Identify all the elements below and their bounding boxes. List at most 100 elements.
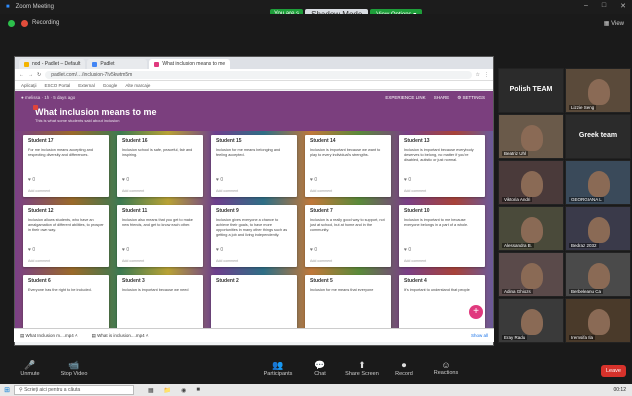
browser-tab[interactable]: What inclusion means to me: [149, 59, 231, 69]
url-field[interactable]: padlet.com/…/inclusion-7lv5kwtm5m: [45, 70, 472, 79]
add-comment-input[interactable]: Add comment: [216, 189, 238, 193]
post-card[interactable]: Student 11 Inclusion also means that you …: [117, 205, 203, 267]
post-card[interactable]: Student 5 Inclusion for me means that eve…: [305, 275, 391, 329]
bookmark-item[interactable]: Aplicaţii: [21, 83, 37, 88]
like-icon[interactable]: ♥ 0: [122, 177, 129, 183]
zoom-app-icon[interactable]: ■: [196, 387, 200, 394]
participant-tile[interactable]: GEORGIANA L: [565, 160, 631, 205]
add-comment-input[interactable]: Add comment: [216, 259, 238, 263]
padlet-header-button[interactable]: ⚙ SETTINGS: [457, 95, 485, 101]
participant-tile[interactable]: Bedraz 2032: [565, 206, 631, 251]
participant-video: [521, 309, 543, 335]
unmute-label: Unmute: [20, 371, 40, 377]
browser-icon[interactable]: ◉: [181, 387, 186, 394]
padlet-header-button[interactable]: EXPERIENCE LINK: [385, 95, 425, 101]
star-icon[interactable]: ☆: [476, 72, 480, 78]
like-icon[interactable]: ♥ 0: [404, 177, 411, 183]
post-card[interactable]: Student 10 Inclusion is important to me b…: [399, 205, 485, 267]
add-comment-input[interactable]: Add comment: [310, 189, 332, 193]
stop-video-button[interactable]: 📹 Stop Video: [52, 360, 96, 377]
add-comment-input[interactable]: Add comment: [310, 259, 332, 263]
add-comment-input[interactable]: Add comment: [122, 259, 144, 263]
reactions-button[interactable]: ☺ Reactions: [424, 360, 468, 376]
browser-tab[interactable]: nod - Padlet – Default: [19, 59, 86, 69]
back-icon[interactable]: ←: [19, 72, 24, 78]
post-card[interactable]: Student 9 Inclusion gives everyone a chan…: [211, 205, 297, 267]
participant-tile[interactable]: Adina Ghiozs: [498, 252, 564, 297]
tab-favicon-icon: [92, 61, 98, 67]
post-card[interactable]: Student 14 Inclusion is important because…: [305, 135, 391, 197]
participant-tile[interactable]: Lizzie Seng: [565, 68, 631, 113]
download-item[interactable]: ▤ What Inclusion m....mp4 ˄: [20, 333, 78, 339]
security-shield-icon[interactable]: [8, 19, 15, 27]
add-comment-input[interactable]: Add comment: [404, 189, 426, 193]
like-icon[interactable]: ♥ 0: [310, 247, 317, 253]
participant-tile[interactable]: Greek team: [565, 114, 631, 159]
post-card[interactable]: Student 13 Inclusion is important because…: [399, 135, 485, 197]
shared-browser-window: nod - Padlet – Default Padlet What inclusi…: [14, 56, 494, 346]
participant-name: Adina Ghiozs: [502, 289, 533, 294]
post-card[interactable]: Student 2: [211, 275, 297, 329]
close-icon[interactable]: ✕: [620, 2, 626, 10]
leave-button[interactable]: Leave: [601, 365, 626, 377]
share-screen-button[interactable]: ⬆ Share Screen: [340, 360, 384, 377]
maximize-icon[interactable]: □: [602, 2, 606, 10]
task-view-icon[interactable]: ▦: [148, 387, 154, 394]
bookmark-item[interactable]: External: [78, 83, 95, 88]
like-icon[interactable]: ♥ 0: [28, 247, 35, 253]
like-icon[interactable]: ♥ 0: [310, 177, 317, 183]
windows-start-icon[interactable]: ⊞: [0, 386, 14, 394]
view-button[interactable]: ▦ View: [604, 20, 624, 27]
post-card[interactable]: Student 3 Inclusion is important because …: [117, 275, 203, 329]
meeting-controls: Leave 🎤 Unmute 📹 Stop Video 👥 Participants 💬 Ch…: [0, 358, 632, 382]
chat-button[interactable]: 💬 Chat: [298, 360, 342, 377]
taskbar-apps: ▦ 📁 ◉ ■: [148, 387, 200, 394]
bookmark-item[interactable]: ESCO Portal: [45, 83, 71, 88]
add-comment-input[interactable]: Add comment: [122, 189, 144, 193]
post-author: Student 13: [404, 138, 430, 144]
bookmark-item[interactable]: Google: [103, 83, 118, 88]
add-comment-input[interactable]: Add comment: [28, 259, 50, 263]
menu-icon[interactable]: ⋮: [484, 72, 489, 78]
show-all-downloads-link[interactable]: Show all: [471, 333, 488, 338]
participant-video: [588, 309, 610, 335]
participant-tile[interactable]: Polish TEAM: [498, 68, 564, 113]
like-icon[interactable]: ♥ 0: [122, 247, 129, 253]
post-card[interactable]: Student 17 For me inclusion means accepti…: [23, 135, 109, 197]
participant-tile[interactable]: Alessandra B.: [498, 206, 564, 251]
record-button[interactable]: ⏺ Record: [382, 360, 426, 377]
download-item[interactable]: ▤ What is inclusion....mp4 ˄: [92, 333, 149, 339]
post-card[interactable]: Student 7 Inclusion is a really good way …: [305, 205, 391, 267]
participant-video: [588, 263, 610, 289]
participant-tile[interactable]: Viktoria Andri: [498, 160, 564, 205]
like-icon[interactable]: ♥ 0: [216, 177, 223, 183]
like-icon[interactable]: ♥ 0: [28, 177, 35, 183]
participants-button[interactable]: 👥 Participants: [256, 360, 300, 377]
like-icon[interactable]: ♥ 0: [404, 247, 411, 253]
bookmarks-bar: Aplicaţii ESCO Portal External Google Alte m…: [15, 81, 493, 90]
participant-tile[interactable]: Iremsifa Ila: [565, 298, 631, 343]
post-card[interactable]: Student 15 Inclusion for me means belongi…: [211, 135, 297, 197]
post-card[interactable]: Student 16 Inclusion school is safe, peac…: [117, 135, 203, 197]
add-comment-input[interactable]: Add comment: [28, 189, 50, 193]
participant-tile[interactable]: Eray Radu: [498, 298, 564, 343]
forward-icon[interactable]: →: [28, 72, 33, 78]
padlet-header-button[interactable]: SHARE: [434, 95, 450, 101]
minimize-icon[interactable]: –: [584, 2, 588, 10]
add-comment-input[interactable]: Add comment: [404, 259, 426, 263]
participant-tile[interactable]: Beatriz Uhl: [498, 114, 564, 159]
post-card[interactable]: Student 4 It's important to understand th…: [399, 275, 485, 329]
reload-icon[interactable]: ↻: [37, 72, 41, 78]
add-post-button[interactable]: +: [469, 305, 483, 319]
file-explorer-icon[interactable]: 📁: [164, 387, 171, 394]
bookmark-item[interactable]: Alte marcaje: [125, 83, 150, 88]
post-card[interactable]: Student 12 Inclusion allows students, who…: [23, 205, 109, 267]
padlet-board: ● melissa · 1h · 5 days ago What inclusi…: [15, 91, 493, 329]
participant-tile[interactable]: Berbeleanu Ca: [565, 252, 631, 297]
post-card[interactable]: Student 6 Everyone has the right to be in…: [23, 275, 109, 329]
unmute-button[interactable]: 🎤 Unmute: [8, 360, 52, 377]
taskbar-search-input[interactable]: ⚲ Scrieți aici pentru a căuta: [14, 385, 134, 395]
like-icon[interactable]: ♥ 0: [216, 247, 223, 253]
browser-tab[interactable]: Padlet: [87, 59, 148, 69]
participant-name: GEORGIANA L: [569, 197, 604, 202]
